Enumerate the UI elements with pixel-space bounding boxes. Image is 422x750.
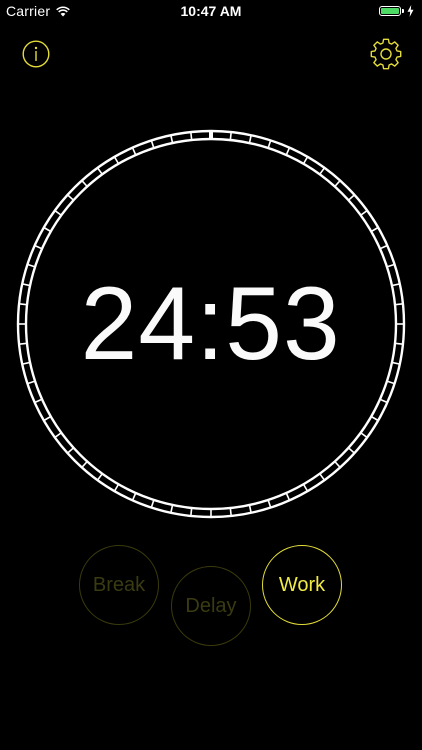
delay-button[interactable]: Delay <box>171 566 251 646</box>
battery-indicator <box>379 5 414 17</box>
status-bar: Carrier 10:47 AM <box>0 0 422 24</box>
timer-display: 24:53 <box>15 128 407 520</box>
battery-level <box>381 8 399 14</box>
gear-icon[interactable] <box>370 38 402 70</box>
work-label: Work <box>278 573 326 596</box>
break-button[interactable]: Break <box>79 545 159 625</box>
charging-bolt-icon <box>407 5 414 17</box>
info-icon[interactable] <box>22 40 50 68</box>
delay-label: Delay <box>185 594 237 617</box>
work-button[interactable]: Work <box>262 545 342 625</box>
time-remaining: 24:53 <box>81 265 341 382</box>
battery-icon <box>379 6 401 16</box>
status-time: 10:47 AM <box>180 3 242 19</box>
break-label: Break <box>92 573 146 596</box>
battery-nub <box>402 9 404 13</box>
